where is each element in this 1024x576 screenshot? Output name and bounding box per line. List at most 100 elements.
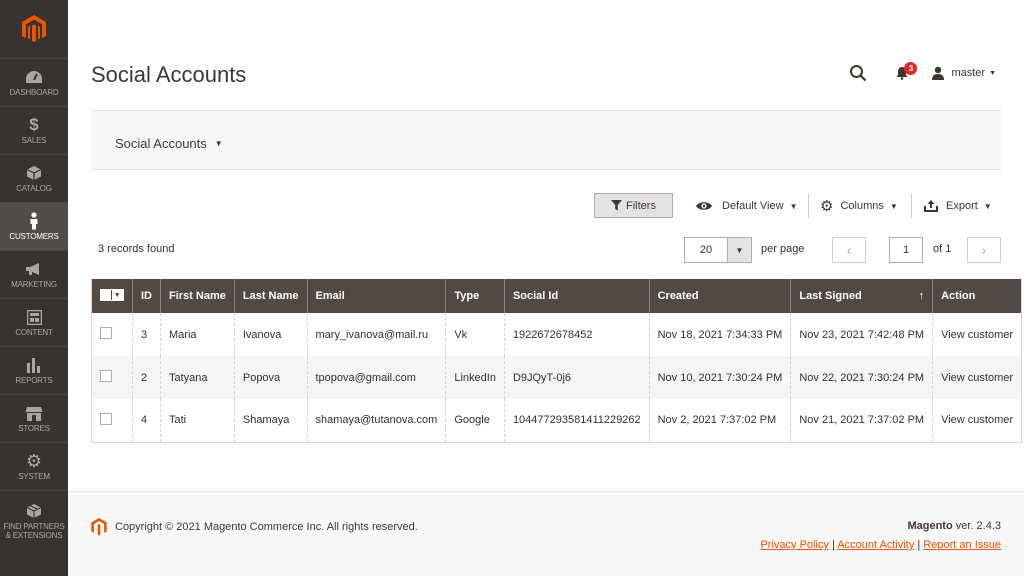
export-icon [924, 200, 938, 212]
sidebar-item-label: CONTENT [15, 328, 53, 337]
view-customer-link[interactable]: View customer [932, 399, 1022, 443]
column-header-id[interactable]: ID [132, 279, 161, 313]
view-switcher[interactable]: Default View ▼ [695, 192, 797, 220]
brand-name: Magento [907, 520, 953, 532]
sidebar-item-label: REPORTS [15, 376, 53, 385]
row-checkbox[interactable] [100, 327, 112, 339]
next-page-button[interactable]: › [967, 237, 1001, 263]
sidebar-item-system[interactable]: ⚙ SYSTEM [0, 442, 68, 490]
view-customer-link[interactable]: View customer [932, 356, 1022, 399]
cell-id: 3 [132, 313, 161, 356]
user-menu[interactable]: master ▼ [931, 66, 996, 80]
page-count: of 1 [933, 243, 952, 255]
cell-social-id: 104477293581411229262 [503, 399, 650, 443]
social-accounts-grid: ▼ ID First Name Last Name Email Type Soc… [91, 279, 1023, 443]
page-number-input[interactable]: 1 [889, 237, 923, 263]
footer-links: Privacy Policy | Account Activity | Repo… [760, 539, 1001, 551]
dashboard-icon [25, 68, 43, 86]
toolbar-divider [808, 194, 809, 218]
sidebar-item-catalog[interactable]: CATALOG [0, 154, 68, 202]
view-customer-link[interactable]: View customer [932, 313, 1022, 356]
chevron-down-icon: ▼ [214, 139, 223, 148]
gear-icon: ⚙ [820, 198, 834, 215]
export-button[interactable]: Export ▼ [924, 192, 992, 220]
chevron-down-icon[interactable]: ▼ [727, 238, 751, 262]
column-header-action: Action [932, 279, 1022, 313]
filters-button[interactable]: Filters [594, 193, 673, 218]
privacy-policy-link[interactable]: Privacy Policy [760, 539, 828, 551]
column-header-created[interactable]: Created [648, 279, 791, 313]
column-header-social-id[interactable]: Social Id [503, 279, 650, 313]
sidebar-item-sales[interactable]: $ SALES [0, 106, 68, 154]
row-checkbox[interactable] [100, 370, 112, 382]
notifications-button[interactable]: 3 [891, 62, 918, 84]
previous-page-button[interactable]: ‹ [832, 237, 866, 263]
copyright-text: Copyright © 2021 Magento Commerce Inc. A… [115, 521, 418, 533]
columns-button[interactable]: ⚙ Columns ▼ [820, 192, 898, 220]
view-label: Default View [722, 200, 784, 212]
global-search-button[interactable] [847, 62, 869, 84]
sidebar-item-marketing[interactable]: MARKETING [0, 250, 68, 298]
search-icon [850, 65, 867, 82]
dollar-icon: $ [29, 115, 39, 134]
cell-email: shamaya@tutanova.com [306, 399, 446, 443]
chevron-down-icon: ▼ [889, 201, 898, 211]
chevron-left-icon: ‹ [846, 242, 852, 258]
sort-ascending-icon: ↑ [918, 290, 925, 302]
gear-icon: ⚙ [25, 450, 43, 471]
mass-action-header[interactable]: ▼ [91, 279, 133, 313]
sidebar-item-label: CATALOG [16, 184, 52, 193]
per-page-label: per page [761, 243, 805, 255]
row-checkbox[interactable] [100, 412, 112, 425]
store-icon [25, 404, 43, 422]
account-activity-link[interactable]: Account Activity [837, 539, 914, 551]
column-header-first-name[interactable]: First Name [160, 279, 235, 313]
sidebar-item-find-partners[interactable]: FIND PARTNERS & EXTENSIONS [0, 490, 68, 550]
scope-bar: Social Accounts ▼ [91, 110, 1001, 170]
sidebar-item-reports[interactable]: REPORTS [0, 346, 68, 394]
column-header-last-signed[interactable]: Last Signed ↑ [790, 279, 933, 313]
cell-first-name: Maria [160, 313, 235, 356]
cell-created: Nov 2, 2021 7:37:02 PM [648, 399, 791, 443]
table-row: 2 Tatyana Popova tpopova@gmail.com Linke… [91, 356, 1022, 399]
sidebar-item-label: FIND PARTNERS & EXTENSIONS [3, 521, 65, 540]
bar-chart-icon [26, 356, 42, 374]
column-header-email[interactable]: Email [306, 279, 446, 313]
sidebar-item-label: DASHBOARD [9, 88, 59, 97]
cell-last-name: Shamaya [233, 399, 307, 443]
cell-type: LinkedIn [445, 356, 505, 399]
sidebar-item-customers[interactable]: CUSTOMERS [0, 202, 68, 250]
sidebar-item-dashboard[interactable]: DASHBOARD [0, 58, 68, 106]
cell-social-id: D9JQyT-0j6 [503, 356, 650, 399]
sidebar-item-stores[interactable]: STORES [0, 394, 68, 442]
sidebar-item-label: STORES [18, 424, 50, 433]
link-separator: | [917, 539, 921, 551]
cell-created: Nov 10, 2021 7:30:24 PM [648, 356, 791, 399]
report-issue-link[interactable]: Report an Issue [923, 539, 1001, 551]
cell-email: mary_ivanova@mail.ru [306, 313, 446, 356]
cell-created: Nov 18, 2021 7:34:33 PM [648, 313, 791, 356]
grid-toolbar: Filters Default View ▼ ⚙ Columns ▼ Expor… [91, 192, 1001, 220]
main-content: Social Accounts 3 master ▼ Social Accoun… [68, 0, 1024, 576]
user-icon [932, 66, 945, 80]
cell-email: tpopova@gmail.com [306, 356, 446, 399]
pager-bar: 3 records found 20 ▼ per page ‹ 1 of 1 › [91, 237, 1001, 263]
magento-logo[interactable] [0, 0, 68, 58]
column-header-last-name[interactable]: Last Name [233, 279, 307, 313]
sidebar-item-content[interactable]: CONTENT [0, 298, 68, 346]
notifications-badge: 3 [904, 62, 918, 75]
chevron-down-icon: ▼ [989, 69, 996, 77]
sidebar-item-label: MARKETING [11, 280, 57, 289]
cell-type: Vk [445, 313, 505, 356]
table-row: 3 Maria Ivanova mary_ivanova@mail.ru Vk … [92, 313, 1022, 356]
mass-select-checkbox[interactable]: ▼ [100, 289, 124, 301]
eye-icon [696, 202, 712, 210]
scope-switcher[interactable]: Social Accounts ▼ [115, 136, 223, 151]
column-header-type[interactable]: Type [445, 279, 505, 313]
table-row: 4 Tati Shamaya shamaya@tutanova.com Goog… [91, 399, 1022, 443]
grid-header-row: ▼ ID First Name Last Name Email Type Soc… [91, 279, 1022, 313]
per-page-select[interactable]: 20 ▼ [684, 237, 752, 263]
version-info: Magento ver. 2.4.3 [907, 520, 1001, 532]
page-title: Social Accounts [91, 62, 247, 87]
person-icon [29, 212, 39, 230]
